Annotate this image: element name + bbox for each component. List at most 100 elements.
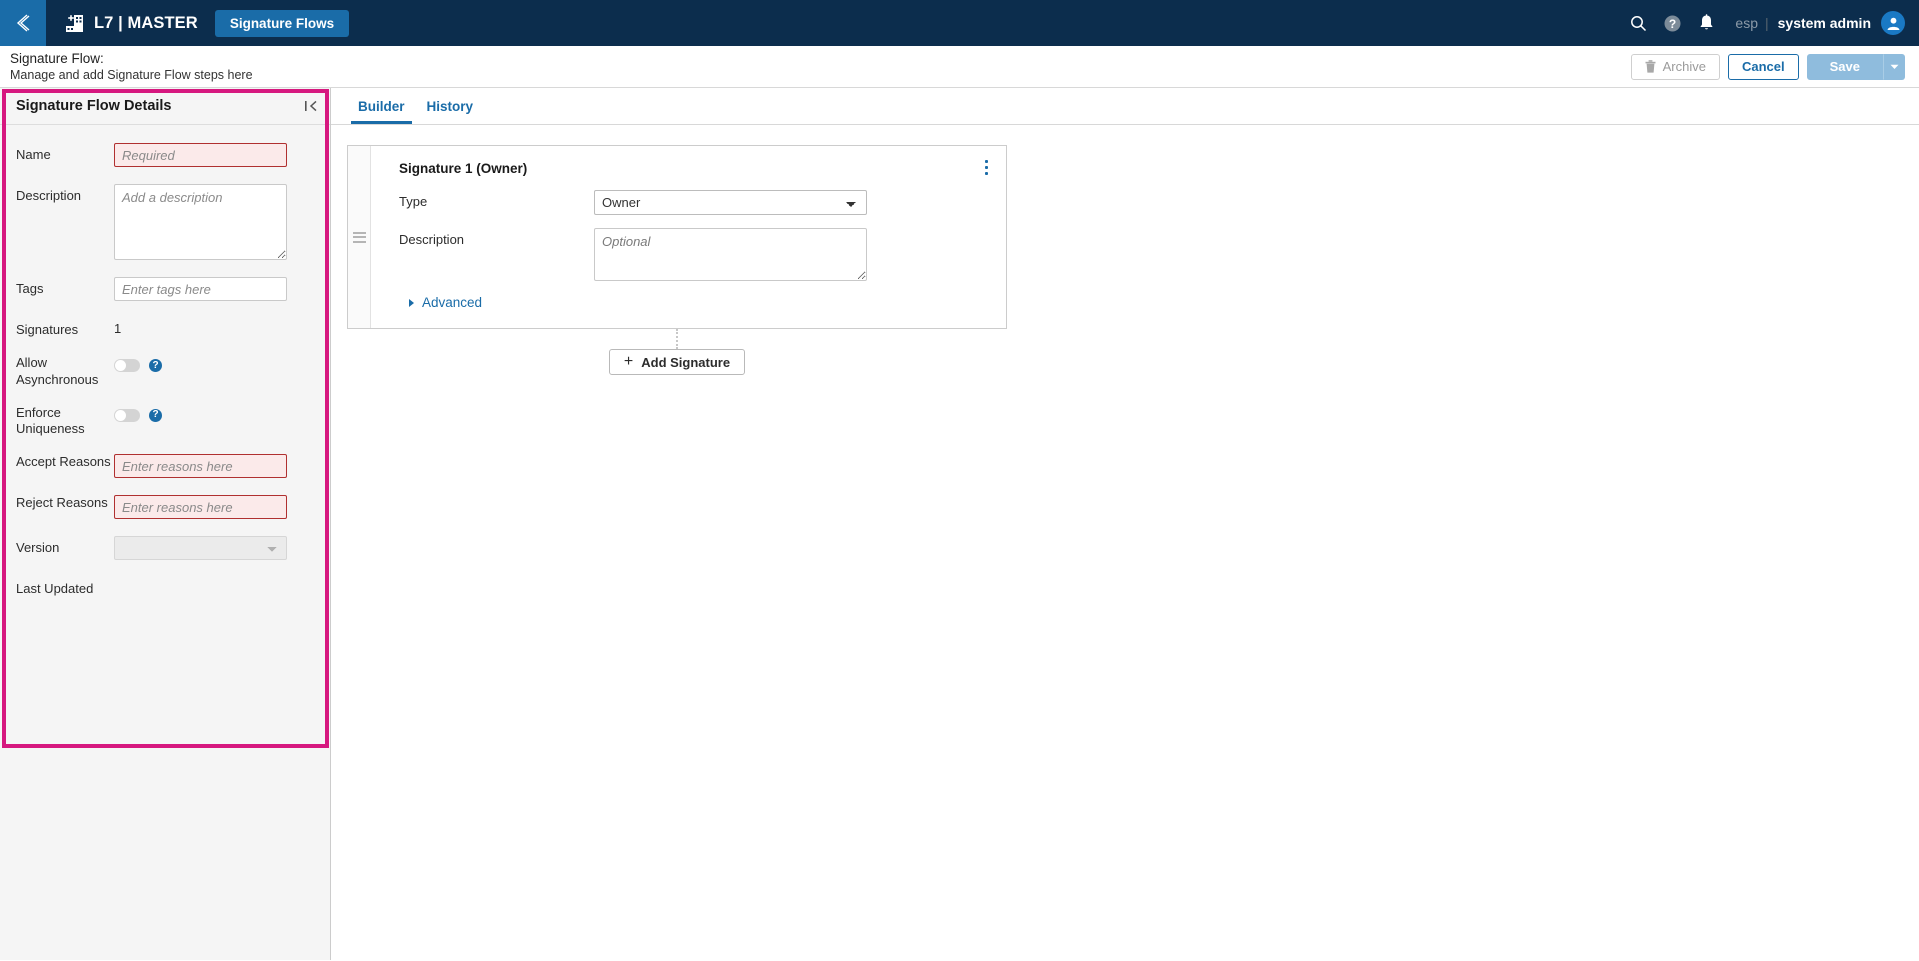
archive-button[interactable]: Archive: [1630, 53, 1720, 80]
drag-handle-glyph: [352, 229, 366, 245]
details-form: Name Description Tags Signatures 1 Allow…: [0, 125, 330, 598]
search-glyph: [1630, 15, 1646, 31]
org-label[interactable]: esp: [1735, 15, 1758, 31]
field-row-allow-asynchronous: Allow Asynchronous ?: [0, 355, 330, 388]
facility-building-glyph: [65, 14, 83, 32]
top-navigation-bar: L7 | MASTER Signature Flows ? esp | syst…: [0, 0, 1919, 46]
add-signature-area: + Add Signature: [347, 329, 1007, 375]
builder-panel: Builder History Signature 1 (Owner) Type…: [331, 88, 1919, 960]
tags-label: Tags: [16, 281, 44, 296]
user-avatar-icon[interactable]: [1881, 11, 1905, 35]
field-row-reject-reasons: Reject Reasons: [0, 495, 330, 520]
enforce-uniqueness-help-question-icon[interactable]: ?: [149, 408, 162, 422]
version-label: Version: [16, 540, 60, 556]
field-row-name: Name: [0, 143, 330, 167]
last-updated-label: Last Updated: [16, 581, 94, 597]
page-action-buttons: Archive Cancel Save: [1630, 53, 1919, 80]
help-glyph: ?: [1664, 15, 1681, 31]
collapse-panel-icon[interactable]: [304, 99, 318, 113]
plus-icon: +: [623, 353, 634, 370]
main-body: Signature Flow Details Name Description …: [0, 88, 1919, 960]
help-question-icon[interactable]: ?: [1655, 0, 1689, 46]
trash-icon: [1645, 60, 1656, 73]
signature-step-card: Signature 1 (Owner) Type Owner Descripti…: [347, 145, 1007, 329]
enforce-uniqueness-toggle[interactable]: [114, 408, 140, 422]
back-chevron-icon[interactable]: [0, 0, 46, 46]
details-panel-header: Signature Flow Details: [0, 88, 330, 125]
top-navigation-right-cluster: ? esp | system admin: [1621, 0, 1919, 46]
kebab-dot: [985, 160, 988, 163]
chevron-right-icon: [409, 298, 414, 307]
search-icon[interactable]: [1621, 0, 1655, 46]
card-description-textarea[interactable]: [594, 228, 867, 281]
bell-glyph: [1700, 14, 1713, 30]
page-subheader: Signature Flow: Manage and add Signature…: [0, 46, 1919, 88]
description-label: Description: [16, 188, 82, 203]
advanced-label: Advanced: [422, 295, 483, 310]
enforce-uniqueness-label: Enforce Uniqueness: [16, 404, 85, 436]
signatures-count-value: 1: [114, 321, 122, 336]
allow-asynchronous-toggle[interactable]: [114, 359, 140, 373]
page-subtitle: Manage and add Signature Flow steps here: [10, 68, 253, 83]
field-row-accept-reasons: Accept Reasons: [0, 454, 330, 479]
reject-reasons-input[interactable]: [114, 495, 287, 520]
save-button[interactable]: Save: [1806, 53, 1883, 80]
field-row-last-updated: Last Updated: [0, 577, 330, 597]
tab-builder[interactable]: Builder: [347, 88, 416, 124]
module-pill-signature-flows[interactable]: Signature Flows: [214, 9, 350, 37]
field-row-description: Description: [0, 184, 330, 260]
app-title: L7 | MASTER: [94, 13, 198, 32]
field-row-enforce-uniqueness: Enforce Uniqueness ?: [0, 405, 330, 438]
signatures-label: Signatures: [16, 322, 79, 337]
allow-asynchronous-label: Allow Asynchronous: [16, 355, 99, 387]
bell-icon[interactable]: [1689, 0, 1723, 46]
panel-tabs: Builder History: [331, 88, 1919, 125]
add-signature-button[interactable]: + Add Signature: [608, 349, 746, 375]
kebab-dot: [985, 166, 988, 169]
add-signature-button-label: Add Signature: [641, 354, 731, 370]
save-dropdown-chevron-down-icon[interactable]: [1883, 53, 1905, 80]
nav-separator: |: [1764, 15, 1769, 31]
drag-handle-icon[interactable]: [348, 146, 371, 328]
type-select[interactable]: Owner: [594, 190, 867, 215]
cancel-button[interactable]: Cancel: [1727, 53, 1799, 80]
chevron-down-glyph: [1890, 64, 1898, 69]
signature-step-title: Signature 1 (Owner): [399, 161, 528, 176]
save-button-group: Save: [1806, 53, 1905, 80]
advanced-disclosure-toggle[interactable]: Advanced: [409, 295, 482, 310]
tab-history[interactable]: History: [416, 88, 485, 124]
card-row-type: Type Owner: [399, 190, 1006, 215]
field-row-version: Version: [0, 536, 330, 561]
enforce-uniqueness-control: ?: [114, 405, 162, 422]
card-row-description: Description: [399, 228, 1006, 281]
tags-input[interactable]: [114, 277, 287, 301]
facility-building-icon: [63, 12, 85, 34]
accept-reasons-label: Accept Reasons: [16, 454, 111, 470]
page-title-group: Signature Flow: Manage and add Signature…: [0, 50, 253, 83]
back-chevron-glyph: [16, 14, 30, 32]
signature-step-card-body: Signature 1 (Owner) Type Owner Descripti…: [371, 146, 1006, 328]
reject-reasons-label: Reject Reasons: [16, 495, 108, 511]
builder-canvas: Signature 1 (Owner) Type Owner Descripti…: [331, 125, 1919, 375]
description-textarea[interactable]: [114, 184, 287, 260]
field-row-tags: Tags: [0, 277, 330, 301]
version-select[interactable]: [114, 536, 287, 561]
name-label: Name: [16, 147, 51, 162]
allow-asynchronous-help-question-icon[interactable]: ?: [149, 359, 162, 373]
signature-flow-details-panel: Signature Flow Details Name Description …: [0, 88, 331, 960]
page-title: Signature Flow:: [10, 50, 104, 66]
accept-reasons-input[interactable]: [114, 454, 287, 479]
name-input[interactable]: [114, 143, 287, 167]
card-description-label: Description: [399, 232, 465, 247]
allow-asynchronous-control: ?: [114, 355, 162, 373]
svg-text:?: ?: [1669, 17, 1676, 31]
avatar-glyph: [1887, 17, 1899, 30]
archive-button-label: Archive: [1662, 59, 1706, 74]
type-label: Type: [399, 194, 428, 209]
current-user-label[interactable]: system admin: [1778, 15, 1871, 31]
details-panel-title: Signature Flow Details: [16, 98, 172, 114]
more-options-icon[interactable]: [983, 158, 990, 177]
kebab-dot: [985, 172, 988, 175]
flow-connector-line: [676, 329, 678, 349]
field-row-signatures: Signatures 1: [0, 318, 330, 338]
